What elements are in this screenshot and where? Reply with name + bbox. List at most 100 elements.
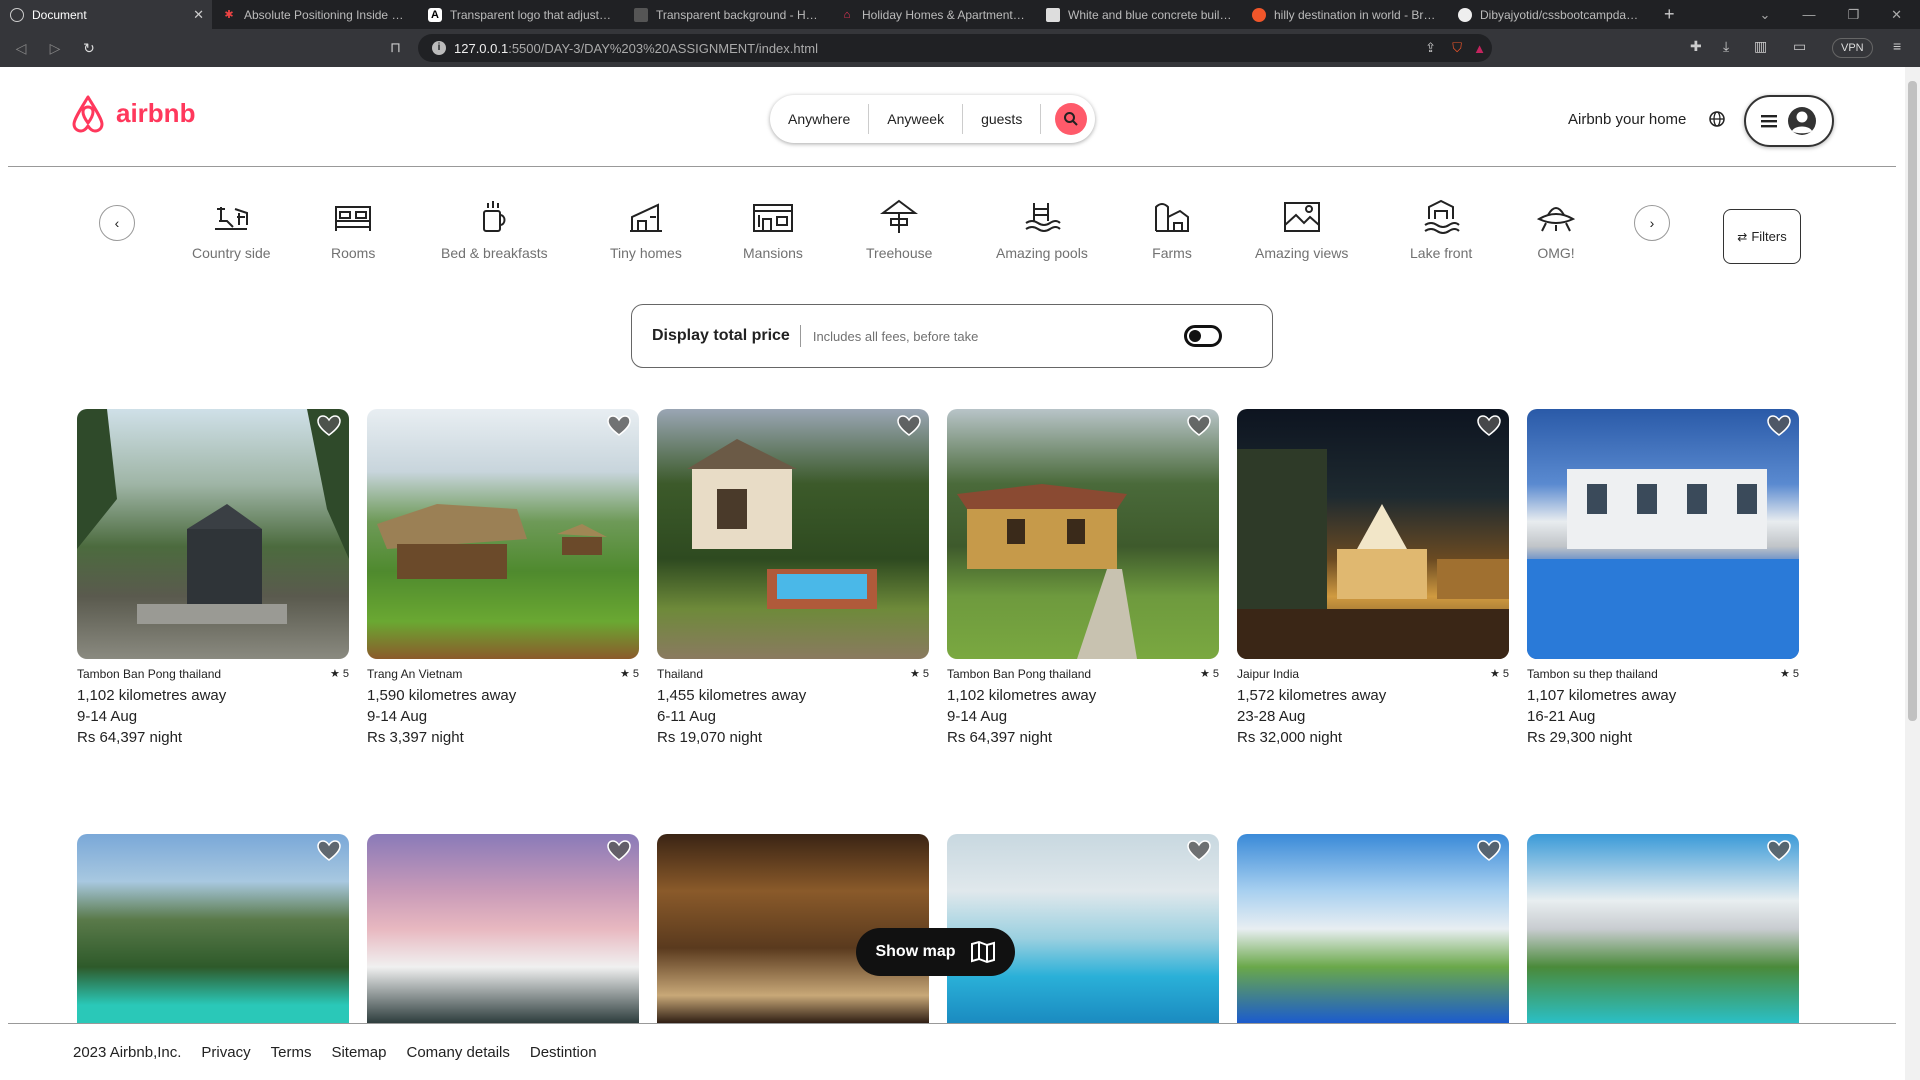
browser-tab[interactable]: Document ✕ <box>0 0 212 29</box>
close-icon[interactable]: ✕ <box>1891 7 1902 23</box>
listing-card[interactable]: Jaipur India ★ 5 1,572 kilometres away 23… <box>1237 409 1509 746</box>
vpn-button[interactable]: VPN <box>1832 38 1873 58</box>
menu-icon[interactable]: ≡ <box>1893 38 1901 54</box>
browser-tab[interactable]: Dibyajyotid/cssbootcampday1a <box>1448 0 1654 29</box>
category-mansions[interactable]: Mansions <box>743 199 803 261</box>
listing-rating: ★ 5 <box>619 668 639 680</box>
listing-card[interactable]: Trang An Vietnam ★ 5 1,590 kilometres awa… <box>367 409 639 746</box>
listing-rating: ★ 5 <box>909 668 929 680</box>
asterisk-icon: ✱ <box>224 8 234 21</box>
listing-card[interactable] <box>367 834 639 1024</box>
category-treehouse[interactable]: Treehouse <box>866 199 932 261</box>
category-amazing-pools[interactable]: Amazing pools <box>996 199 1088 261</box>
listing-image[interactable] <box>1527 834 1799 1024</box>
new-tab-button[interactable]: + <box>1654 4 1685 25</box>
profile-menu-button[interactable] <box>1744 95 1834 147</box>
category-farms[interactable]: Farms <box>1152 199 1192 261</box>
footer-link-destination[interactable]: Destintion <box>530 1044 597 1061</box>
heart-icon[interactable] <box>1767 840 1791 862</box>
listing-image[interactable] <box>77 409 349 659</box>
browser-tab[interactable]: White and blue concrete buildin <box>1036 0 1242 29</box>
restore-icon[interactable]: ❐ <box>1847 7 1859 23</box>
heart-icon[interactable] <box>607 840 631 862</box>
category-omg[interactable]: OMG! <box>1536 199 1576 261</box>
listing-card[interactable] <box>77 834 349 1024</box>
next-category-button[interactable]: › <box>1634 205 1670 241</box>
listing-card[interactable]: Thailand ★ 5 1,455 kilometres away 6-11 A… <box>657 409 929 746</box>
search-button[interactable] <box>1055 103 1087 135</box>
heart-icon[interactable] <box>1767 415 1791 437</box>
category-lake-front[interactable]: Lake front <box>1410 199 1472 261</box>
listing-image[interactable] <box>367 409 639 659</box>
search-when[interactable]: Anyweek <box>869 104 964 134</box>
globe-icon[interactable] <box>1708 110 1726 133</box>
listing-image[interactable] <box>1237 409 1509 659</box>
search-who[interactable]: guests <box>963 104 1042 134</box>
heart-icon[interactable] <box>897 415 921 437</box>
rewards-icon[interactable]: ▲ <box>1473 41 1486 56</box>
footer-link-terms[interactable]: Terms <box>271 1044 312 1061</box>
brave-shield-icon[interactable]: ⛉ <box>1452 40 1462 56</box>
category-tiny-homes[interactable]: Tiny homes <box>610 199 682 261</box>
browser-tab[interactable]: ⌂ Holiday Homes & Apartment Re <box>830 0 1036 29</box>
download-icon[interactable]: ⤓ <box>1723 38 1729 55</box>
heart-icon[interactable] <box>1187 415 1211 437</box>
category-country-side[interactable]: Country side <box>192 199 271 261</box>
heart-icon[interactable] <box>317 840 341 862</box>
address-bar[interactable]: i 127.0.0.1:5500/DAY-3/DAY%203%20ASSIGNM… <box>418 34 1492 62</box>
category-amazing-views[interactable]: Amazing views <box>1255 199 1348 261</box>
wallet-icon[interactable]: ▭ <box>1793 38 1806 55</box>
info-icon[interactable]: i <box>432 41 446 55</box>
github-icon <box>1458 7 1472 22</box>
minimize-icon[interactable]: — <box>1802 7 1815 23</box>
countryside-icon <box>215 207 249 230</box>
browser-tab[interactable]: A Transparent logo that adjusts to <box>418 0 624 29</box>
scrollbar-thumb[interactable] <box>1908 81 1917 721</box>
browser-tab-strip: Document ✕ ✱ Absolute Positioning Inside … <box>0 0 1920 29</box>
listing-image[interactable] <box>947 409 1219 659</box>
footer-link-company-details[interactable]: Comany details <box>406 1044 509 1061</box>
heart-icon[interactable] <box>607 415 631 437</box>
listing-card[interactable]: Tambon su thep thailand ★ 5 1,107 kilomet… <box>1527 409 1799 746</box>
prev-category-button[interactable]: ‹ <box>99 205 135 241</box>
total-price-toggle[interactable] <box>1184 325 1222 347</box>
search-bar[interactable]: Anywhere Anyweek guests <box>770 95 1095 143</box>
tab-title: Transparent logo that adjusts to <box>450 7 614 22</box>
footer-link-privacy[interactable]: Privacy <box>201 1044 250 1061</box>
browser-tab[interactable]: Transparent background - HTML <box>624 0 830 29</box>
airbnb-logo[interactable]: airbnb <box>70 93 195 133</box>
search-where[interactable]: Anywhere <box>770 104 870 134</box>
heart-icon[interactable] <box>317 415 341 437</box>
category-bed-breakfasts[interactable]: Bed & breakfasts <box>441 199 548 261</box>
heart-icon[interactable] <box>1477 415 1501 437</box>
browser-tab[interactable]: ✱ Absolute Positioning Inside Rela <box>212 0 418 29</box>
listing-image[interactable] <box>1527 409 1799 659</box>
forward-icon[interactable]: ▷ <box>42 40 68 57</box>
footer-link-sitemap[interactable]: Sitemap <box>331 1044 386 1061</box>
listing-image[interactable] <box>367 834 639 1024</box>
show-map-button[interactable]: Show map <box>856 928 1015 976</box>
chevron-down-icon[interactable]: ⌄ <box>1760 7 1771 23</box>
listing-image[interactable] <box>77 834 349 1024</box>
listing-image[interactable] <box>657 409 929 659</box>
close-icon[interactable]: ✕ <box>193 7 204 23</box>
extensions-icon[interactable]: ✚ <box>1690 38 1702 55</box>
share-icon[interactable]: ⇪ <box>1425 40 1436 56</box>
sidebar-icon[interactable]: ▥ <box>1754 38 1767 55</box>
browser-tab[interactable]: hilly destination in world - Brave <box>1242 0 1448 29</box>
back-icon[interactable]: ◁ <box>8 40 34 57</box>
reload-icon[interactable]: ↻ <box>76 40 102 57</box>
listing-card[interactable] <box>1527 834 1799 1024</box>
listing-card[interactable] <box>1237 834 1509 1024</box>
heart-icon[interactable] <box>1477 840 1501 862</box>
listing-card[interactable]: Tambon Ban Pong thailand ★ 5 1,102 kilome… <box>77 409 349 746</box>
rating-value: 5 <box>342 668 349 680</box>
bookmark-icon[interactable]: ⊓ <box>390 39 401 56</box>
host-link[interactable]: Airbnb your home <box>1568 111 1686 128</box>
listing-card[interactable]: Tambon Ban Pong thailand ★ 5 1,102 kilome… <box>947 409 1219 746</box>
listing-image[interactable] <box>1237 834 1509 1024</box>
category-rooms[interactable]: Rooms <box>331 199 375 261</box>
heart-icon[interactable] <box>1187 840 1211 862</box>
filters-button[interactable]: ⇄ Filters <box>1723 209 1801 264</box>
page-scrollbar[interactable] <box>1905 67 1920 1080</box>
